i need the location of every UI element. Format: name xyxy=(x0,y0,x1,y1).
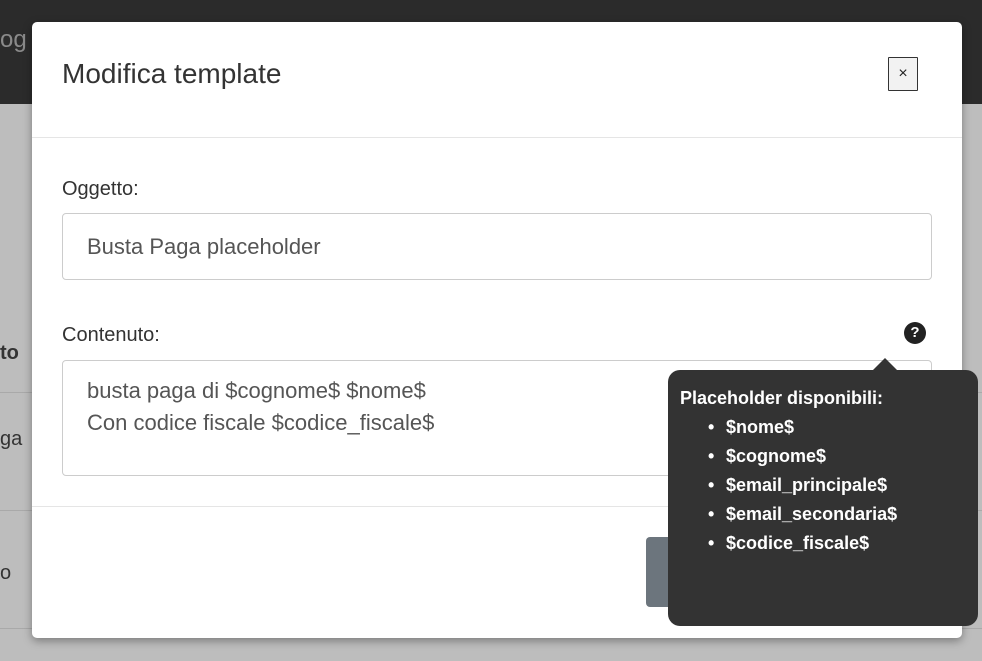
navbar-brand-text: og xyxy=(0,26,27,53)
content-label: Contenuto: xyxy=(62,324,160,346)
table-cell: ga xyxy=(0,428,23,450)
subject-input[interactable]: Busta Paga placeholder xyxy=(62,213,932,280)
modal-title: Modifica template xyxy=(62,58,282,89)
placeholder-item: • $email_principale$ xyxy=(708,475,888,495)
close-button[interactable]: × xyxy=(888,57,918,91)
table-header-cell: to xyxy=(0,342,19,364)
placeholder-list: • $nome$ • $cognome$ • $email_principale$ •… xyxy=(680,413,978,558)
placeholder-item: • $cognome$ xyxy=(708,446,827,466)
table-cell: o xyxy=(0,562,12,584)
placeholder-item: • $nome$ xyxy=(708,417,795,437)
placeholder-item: • $email_secondaria$ xyxy=(708,504,898,524)
help-icon[interactable]: ? xyxy=(904,322,926,344)
tooltip-arrow xyxy=(873,358,897,370)
tooltip-title: Placeholder disponibili: xyxy=(680,388,884,408)
placeholder-tooltip: Placeholder disponibili: • $nome$ • $cogno… xyxy=(668,358,978,626)
modal-header: Modifica template × xyxy=(32,22,962,138)
subject-label: Oggetto: xyxy=(62,178,139,200)
placeholder-item: • $codice_fiscale$ xyxy=(708,533,870,553)
